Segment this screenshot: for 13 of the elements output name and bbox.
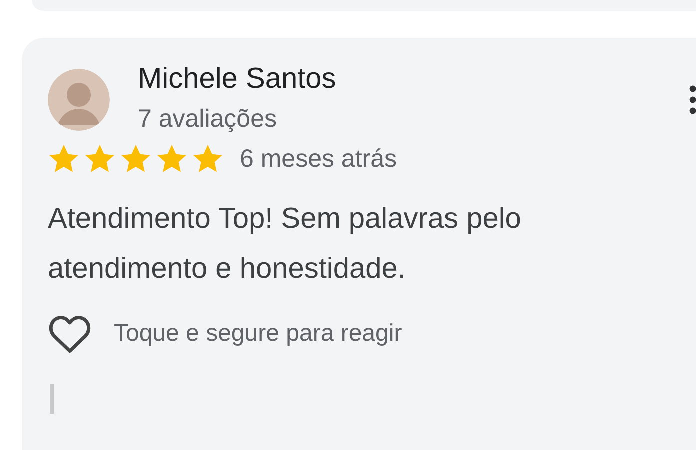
star-icon <box>192 143 224 175</box>
review-text: Atendimento Top! Sem palavras pelo atendimento e honestidade. <box>48 202 522 287</box>
react-hint: Toque e segure para reagir <box>114 320 402 348</box>
heart-icon[interactable] <box>48 314 92 354</box>
star-icon <box>84 143 116 175</box>
review-time: 6 meses atrás <box>240 144 398 174</box>
star-icon <box>48 143 80 175</box>
author-name[interactable]: Michele Santos <box>138 60 336 98</box>
more-options-icon[interactable] <box>689 85 696 115</box>
avatar <box>48 69 110 131</box>
star-icon <box>156 143 188 175</box>
star-icon <box>120 143 152 175</box>
review-count: 7 avaliações <box>138 104 278 135</box>
